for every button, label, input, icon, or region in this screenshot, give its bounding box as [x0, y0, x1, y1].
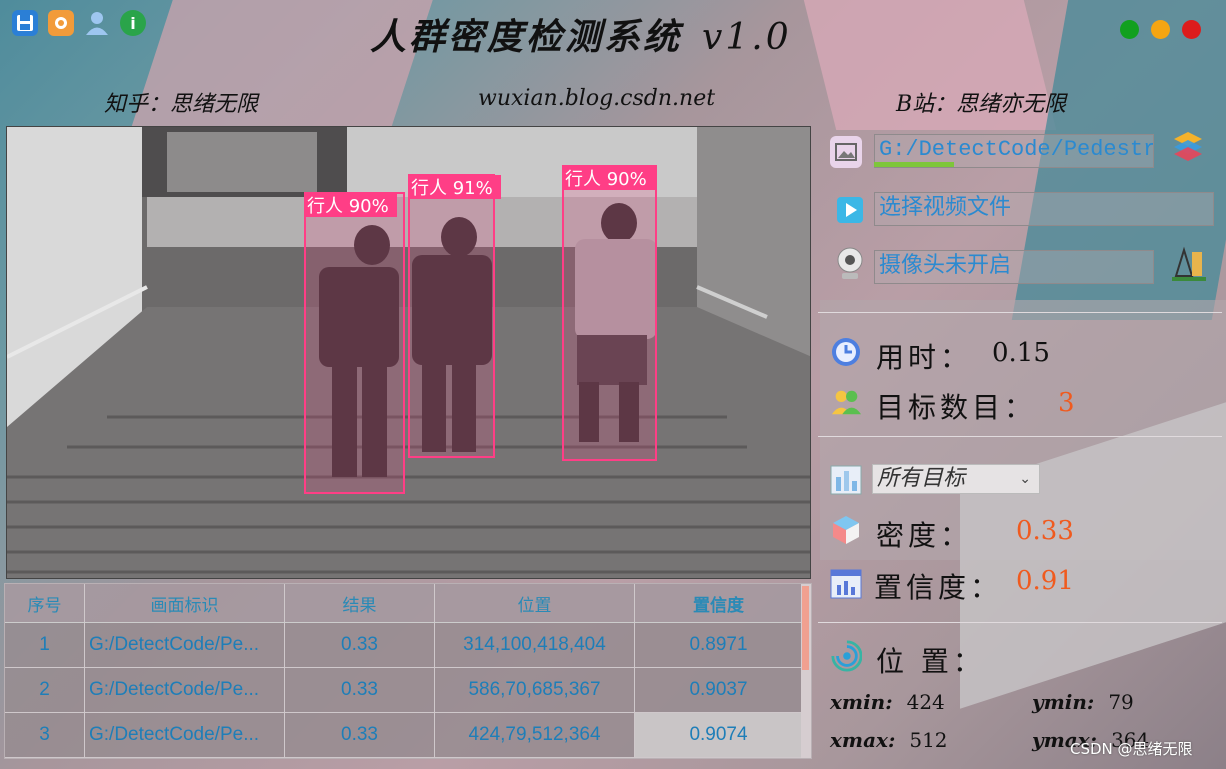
divider [818, 436, 1222, 437]
ymin-label: ymin: [1032, 690, 1095, 714]
confidence-label: 置信度： [874, 571, 1003, 604]
bilibili-credit: B站：思绪亦无限 [896, 92, 1067, 117]
detection-label: 行人 90% [307, 196, 389, 217]
position-label: 位 置： [876, 645, 985, 678]
ymin-value: 79 [1108, 690, 1134, 714]
table-row[interactable]: 3 G:/DetectCode/Pe... 0.33 424,79,512,36… [5, 713, 811, 758]
app-version: v1.0 [702, 17, 792, 58]
detection-label: 行人 90% [565, 169, 647, 190]
cell-confidence: 0.9037 [635, 668, 803, 712]
cell-confidence: 0.8971 [635, 623, 803, 667]
image-icon[interactable] [830, 136, 862, 168]
table-row[interactable]: 2 G:/DetectCode/Pe... 0.33 586,70,685,36… [5, 668, 811, 713]
cell-result: 0.33 [285, 713, 435, 757]
info-icon[interactable]: i [120, 10, 146, 36]
chart-icon [830, 464, 862, 496]
clock-icon [830, 336, 862, 368]
orange-app-icon[interactable] [48, 10, 74, 36]
confidence-value: 0.91 [1016, 566, 1074, 596]
cell-source: G:/DetectCode/Pe... [85, 623, 285, 667]
zhihu-credit: 知乎：思绪无限 [104, 92, 259, 117]
model-logo-icon [1168, 246, 1210, 284]
header-index[interactable]: 序号 [5, 584, 85, 622]
header-position[interactable]: 位置 [435, 584, 635, 622]
control-panel: G:/DetectCode/Pedestria 选择视频文件 摄像头未开启 用时… [818, 126, 1226, 766]
density-label: 密度： [876, 519, 973, 552]
cell-position: 424,79,512,364 [435, 713, 635, 757]
header-source[interactable]: 画面标识 [85, 584, 285, 622]
webcam-icon[interactable] [834, 247, 866, 280]
header-result[interactable]: 结果 [285, 584, 435, 622]
table-row[interactable]: 1 G:/DetectCode/Pe... 0.33 314,100,418,4… [5, 623, 811, 668]
bar-chart-icon [830, 568, 862, 600]
scrollbar-thumb[interactable] [802, 586, 809, 670]
xmin-readout: xmin: 424 [830, 690, 945, 714]
cell-index: 1 [5, 623, 85, 667]
detection-label: 行人 91% [411, 178, 493, 199]
table-header: 序号 画面标识 结果 位置 置信度 [5, 584, 811, 623]
xmax-label: xmax: [830, 728, 896, 752]
video-play-icon[interactable] [834, 194, 866, 226]
density-value: 0.33 [1016, 516, 1074, 546]
camera-toggle-button[interactable]: 摄像头未开启 [874, 250, 1154, 284]
save-icon[interactable] [12, 10, 38, 36]
layers-icon[interactable] [1172, 130, 1204, 162]
xmin-value: 424 [906, 690, 945, 714]
target-select[interactable]: 所有目标 ⌄ [872, 464, 1040, 494]
xmin-label: xmin: [830, 690, 893, 714]
cell-result: 0.33 [285, 623, 435, 667]
close-button[interactable] [1182, 20, 1201, 39]
xmax-value: 512 [909, 728, 948, 752]
divider [818, 312, 1222, 313]
count-value: 3 [1058, 388, 1075, 418]
table-scrollbar[interactable] [801, 584, 811, 758]
time-label: 用时： [876, 341, 973, 374]
header-confidence[interactable]: 置信度 [635, 584, 803, 622]
results-table: 序号 画面标识 结果 位置 置信度 1 G:/DetectCode/Pe... … [4, 583, 812, 759]
count-label: 目标数目： [876, 391, 1037, 424]
cube-icon [830, 514, 862, 546]
ymin-readout: ymin: 79 [1032, 690, 1134, 714]
cell-source: G:/DetectCode/Pe... [85, 668, 285, 712]
video-display: 行人 90% 行人 91% 行人 90% [6, 126, 811, 579]
cell-source: G:/DetectCode/Pe... [85, 713, 285, 757]
divider [818, 622, 1222, 623]
signal-icon [830, 640, 862, 672]
blog-url: wuxian.blog.csdn.net [478, 86, 716, 111]
chevron-down-icon[interactable]: ⌄ [1019, 465, 1031, 493]
select-video-button[interactable]: 选择视频文件 [874, 192, 1214, 226]
path-progress-bar [874, 162, 954, 167]
cell-confidence: 0.9074 [635, 713, 803, 757]
cell-index: 3 [5, 713, 85, 757]
cell-position: 586,70,685,367 [435, 668, 635, 712]
cell-index: 2 [5, 668, 85, 712]
camera-frame: 行人 90% 行人 91% 行人 90% [7, 127, 810, 578]
maximize-button[interactable] [1120, 20, 1139, 39]
target-select-value: 所有目标 [877, 466, 966, 491]
app-title-text: 人群密度检测系统 [370, 16, 683, 58]
minimize-button[interactable] [1151, 20, 1170, 39]
time-value: 0.15 [992, 338, 1050, 368]
xmax-readout: xmax: 512 [830, 728, 948, 752]
top-toolbar: i [12, 10, 146, 36]
window-controls [1120, 20, 1201, 39]
watermark: CSDN @思绪无限 [1070, 740, 1193, 758]
users-icon [830, 386, 862, 418]
cell-position: 314,100,418,404 [435, 623, 635, 667]
user-icon[interactable] [84, 10, 110, 36]
cell-result: 0.33 [285, 668, 435, 712]
app-title: 人群密度检测系统 v1.0 [370, 8, 890, 64]
